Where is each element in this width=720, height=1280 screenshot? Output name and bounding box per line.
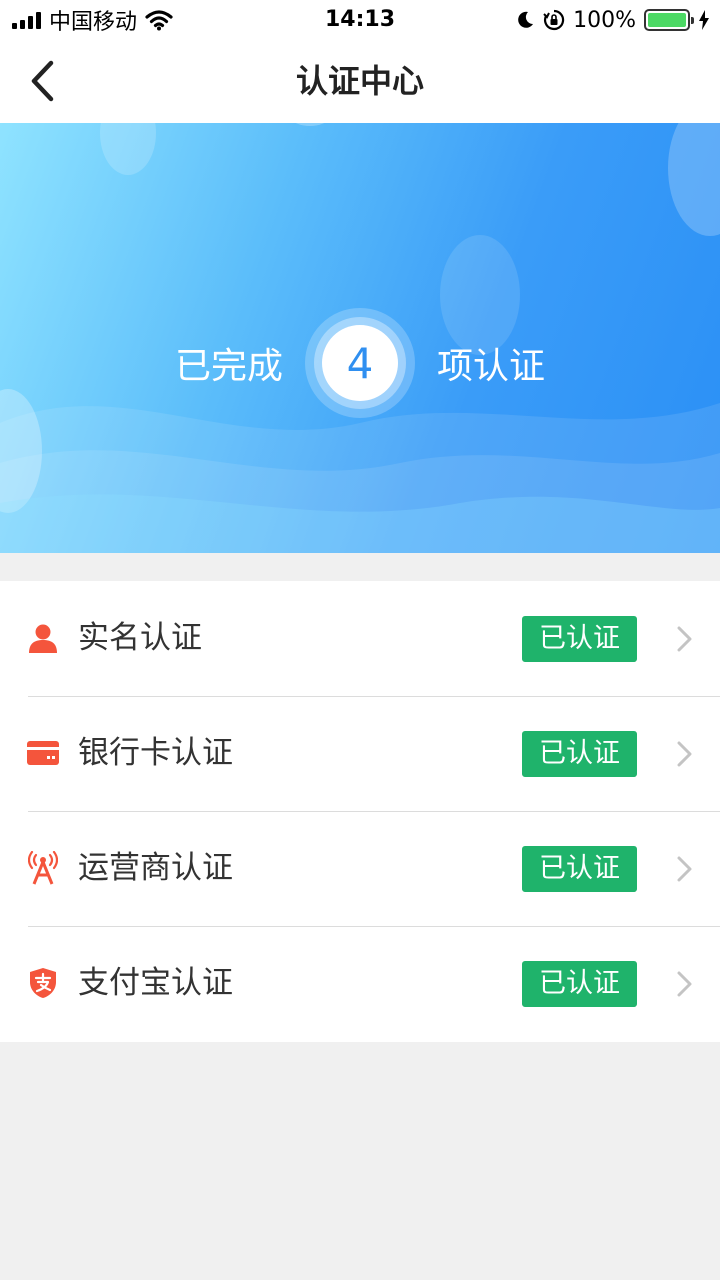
list-item-carrier[interactable]: 运营商认证 已认证: [0, 811, 720, 926]
completed-count: 4: [346, 338, 374, 388]
item-label: 运营商认证: [78, 850, 233, 886]
item-label: 银行卡认证: [78, 735, 233, 771]
status-right: 100%: [515, 0, 710, 40]
chevron-right-icon: [677, 856, 692, 882]
page-title: 认证中心: [295, 62, 424, 100]
wifi-icon: [145, 10, 173, 31]
certification-summary-banner: 已完成 4 项认证: [0, 123, 720, 553]
summary-suffix: 项认证: [437, 346, 546, 387]
chevron-right-icon: [677, 741, 692, 767]
battery-icon: [644, 9, 694, 31]
status-badge: 已认证: [522, 731, 637, 777]
navigation-bar: 认证中心: [0, 40, 720, 123]
certification-list: 实名认证 已认证 银行卡认证 已认证 运营商认证 已认证 支付宝认证 已认证: [0, 581, 720, 1042]
user-icon: [26, 621, 60, 655]
cellular-signal-icon: [12, 11, 41, 29]
signal-tower-icon: [26, 851, 60, 885]
charging-bolt-icon: [699, 10, 709, 30]
count-badge: 4: [305, 308, 415, 418]
status-badge: 已认证: [522, 961, 637, 1007]
list-item-alipay[interactable]: 支付宝认证 已认证: [0, 926, 720, 1041]
completed-count-summary: 已完成 4 项认证: [0, 303, 720, 423]
carrier-name: 中国移动: [49, 10, 138, 35]
alipay-shield-icon: [26, 966, 60, 1000]
status-badge: 已认证: [522, 616, 637, 662]
rotation-lock-icon: [543, 9, 565, 31]
chevron-right-icon: [677, 626, 692, 652]
chevron-right-icon: [677, 971, 692, 997]
item-label: 实名认证: [78, 620, 202, 656]
list-item-real-name[interactable]: 实名认证 已认证: [0, 581, 720, 696]
item-label: 支付宝认证: [78, 965, 233, 1001]
battery-percent: 100%: [573, 7, 636, 33]
status-badge: 已认证: [522, 846, 637, 892]
chevron-left-icon: [31, 60, 54, 102]
bank-card-icon: [26, 736, 60, 770]
list-item-bank-card[interactable]: 银行卡认证 已认证: [0, 696, 720, 811]
summary-prefix: 已完成: [174, 346, 283, 387]
moon-icon: [518, 11, 534, 28]
status-left: 中国移动: [12, 0, 173, 40]
back-button[interactable]: [22, 58, 62, 104]
status-bar: 中国移动 14:13 100%: [0, 0, 720, 40]
